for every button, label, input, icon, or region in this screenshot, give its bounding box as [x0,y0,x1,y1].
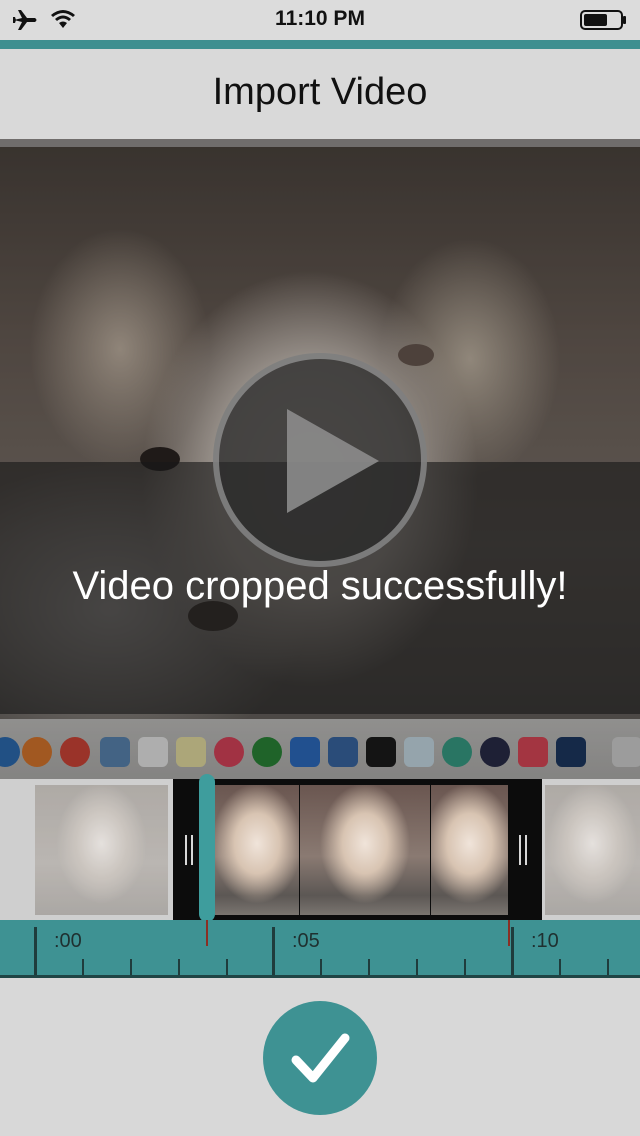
toast-message: Video cropped successfully! [72,564,568,608]
ruler-minor-tick [368,959,370,975]
timeline-ruler[interactable]: :00 :05 :10 [0,920,640,978]
filmstrip-thumbnail [35,785,168,915]
trim-start-marker [206,920,208,946]
bottom-bar [0,978,640,1136]
filmstrip-thumbnail [215,785,299,915]
screen: 11:10 PM Import Video Video cropped succ… [0,0,640,1136]
ruler-major-tick [511,927,514,975]
filmstrip-thumbnail [431,785,508,915]
ruler-major-tick [34,927,37,975]
nav-bar: Import Video [0,49,640,139]
trim-end-marker [508,920,510,946]
ruler-minor-tick [320,959,322,975]
ruler-minor-tick [464,959,466,975]
ruler-minor-tick [559,959,561,975]
play-button[interactable] [213,353,427,567]
ruler-minor-tick [416,959,418,975]
ruler-minor-tick [130,959,132,975]
ruler-minor-tick [178,959,180,975]
trim-end-handle[interactable] [519,835,531,865]
ruler-label: :10 [531,930,559,952]
trim-start-handle[interactable] [185,835,197,865]
ruler-label: :00 [54,930,82,952]
playhead-handle[interactable] [199,774,215,922]
ruler-label: :05 [292,930,320,952]
page-title: Import Video [212,71,428,113]
accent-bar [0,40,640,49]
status-bar: 11:10 PM [0,0,640,40]
checkmark-icon [291,1033,350,1083]
ruler-major-tick [272,927,275,975]
ruler-minor-tick [226,959,228,975]
ruler-minor-tick [82,959,84,975]
video-trimmer[interactable] [0,774,640,922]
ruler-minor-tick [607,959,609,975]
confirm-button[interactable] [263,1001,377,1115]
video-preview[interactable]: Video cropped successfully! [0,139,640,779]
filmstrip-thumbnail [545,785,640,915]
status-time: 11:10 PM [275,7,365,30]
battery-icon [580,10,626,30]
filmstrip-thumbnail [300,785,430,915]
play-icon [287,409,379,513]
trim-window[interactable] [173,779,542,920]
